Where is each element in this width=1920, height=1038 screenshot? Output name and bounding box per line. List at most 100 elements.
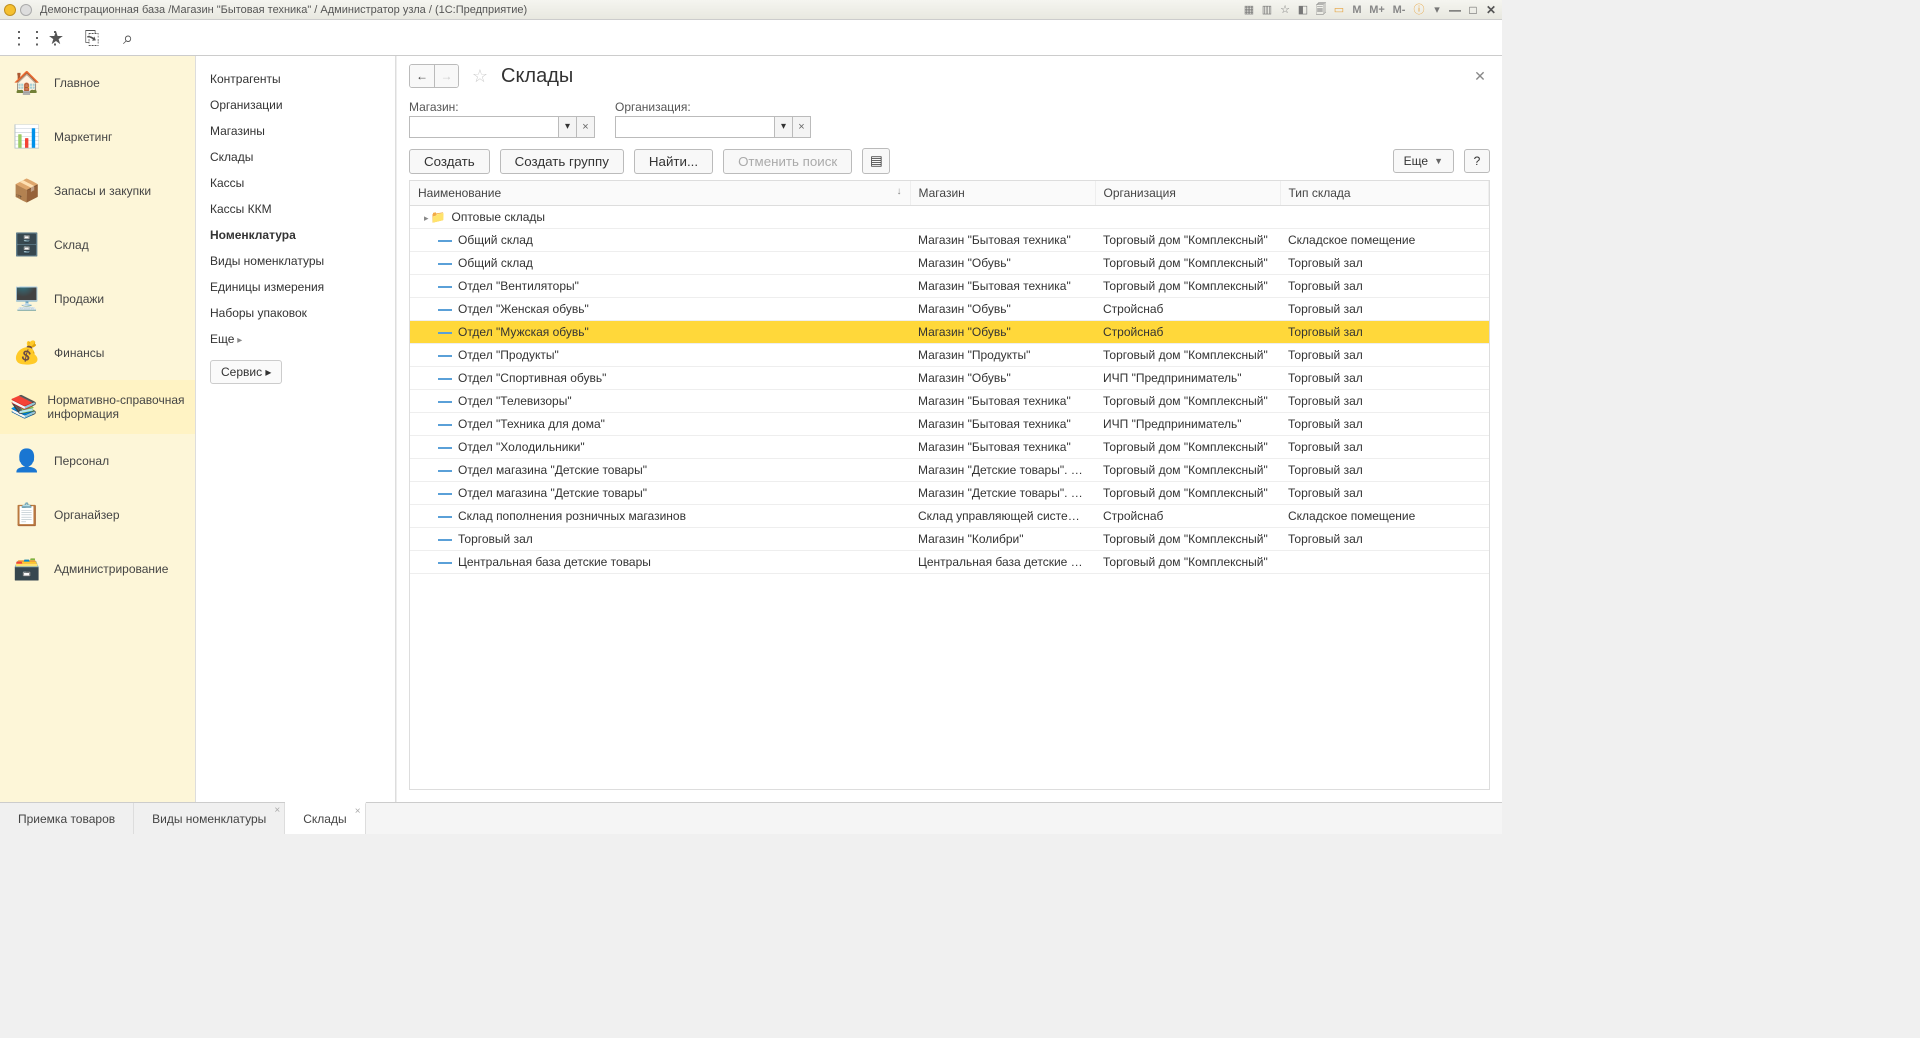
table-row[interactable]: Центральная база детские товары Централь…	[410, 551, 1489, 574]
more-button[interactable]: Еще ▼	[1393, 149, 1454, 173]
table-row[interactable]: Отдел "Мужская обувь" Магазин "Обувь" Ст…	[410, 321, 1489, 344]
tb-mminus[interactable]: M-	[1390, 3, 1408, 17]
section-nav-item-4[interactable]: 🖥️Продажи	[0, 272, 195, 326]
section-nav-item-0[interactable]: 🏠Главное	[0, 56, 195, 110]
apps-icon[interactable]: ⋮⋮⋮	[10, 28, 30, 48]
table-row[interactable]: Отдел "Телевизоры" Магазин "Бытовая техн…	[410, 390, 1489, 413]
cell-org: ИЧП "Предприниматель"	[1095, 367, 1280, 390]
folder-icon: 📁	[431, 210, 446, 224]
section-nav-item-6[interactable]: 📚Нормативно-справочная информация	[0, 380, 195, 434]
subnav-item-0[interactable]: Контрагенты	[196, 66, 395, 92]
filter-org-input[interactable]	[615, 116, 775, 138]
filter-shop-input[interactable]	[409, 116, 559, 138]
close-page-button[interactable]: ✕	[1470, 68, 1490, 85]
table-row[interactable]: Общий склад Магазин "Бытовая техника" То…	[410, 229, 1489, 252]
section-icon: 📚	[10, 390, 37, 424]
back-button[interactable]: ←	[410, 65, 434, 87]
col-type[interactable]: Тип склада	[1280, 181, 1489, 206]
clipboard-icon[interactable]: ⎘	[82, 28, 102, 48]
subnav-item-9[interactable]: Наборы упаковок	[196, 300, 395, 326]
cell-shop: Магазин "Бытовая техника"	[910, 229, 1095, 252]
cell-type: Торговый зал	[1280, 413, 1489, 436]
tb-icon-5[interactable]: 🗐	[1314, 3, 1328, 17]
bottom-tab-1[interactable]: Виды номенклатуры ×	[134, 803, 285, 834]
bottom-tab-2[interactable]: Склады×	[285, 802, 365, 834]
tb-icon-6[interactable]: ▭	[1332, 3, 1346, 17]
create-button[interactable]: Создать	[409, 149, 490, 174]
section-nav-item-5[interactable]: 💰Финансы	[0, 326, 195, 380]
col-name[interactable]: Наименование↓	[410, 181, 910, 206]
subnav-item-10[interactable]: Еще	[196, 326, 395, 352]
tb-mplus[interactable]: M+	[1368, 3, 1386, 17]
minimize-button[interactable]: —	[1448, 3, 1462, 17]
cell-org: Торговый дом "Комплексный"	[1095, 252, 1280, 275]
table-row[interactable]: Отдел магазина "Детские товары" Магазин …	[410, 459, 1489, 482]
subnav-item-4[interactable]: Кассы	[196, 170, 395, 196]
table-row[interactable]: Отдел "Холодильники" Магазин "Бытовая те…	[410, 436, 1489, 459]
filter-org-clear[interactable]: ×	[793, 116, 811, 138]
filter-shop-clear[interactable]: ×	[577, 116, 595, 138]
tb-icon-4[interactable]: ◧	[1296, 3, 1310, 17]
tab-close-icon[interactable]: ×	[355, 806, 361, 817]
cell-name: Отдел "Холодильники"	[458, 440, 585, 454]
section-icon: 📋	[10, 498, 44, 532]
tb-icon-2[interactable]: ▥	[1260, 3, 1274, 17]
maximize-button[interactable]: □	[1466, 3, 1480, 17]
search-icon[interactable]: ⌕	[118, 28, 138, 48]
cell-shop: Магазин "Обувь"	[910, 367, 1095, 390]
subnav-item-1[interactable]: Организации	[196, 92, 395, 118]
table-row[interactable]: Отдел "Техника для дома" Магазин "Бытова…	[410, 413, 1489, 436]
cell-shop: Магазин "Детские товары". Тула	[910, 482, 1095, 505]
table-container[interactable]: Наименование↓ Магазин Организация Тип ск…	[409, 180, 1490, 790]
filter-org-dropdown[interactable]: ▾	[775, 116, 793, 138]
col-shop[interactable]: Магазин	[910, 181, 1095, 206]
close-button[interactable]: ✕	[1484, 3, 1498, 17]
subnav-item-7[interactable]: Виды номенклатуры	[196, 248, 395, 274]
table-row[interactable]: Торговый зал Магазин "Колибри" Торговый …	[410, 528, 1489, 551]
tb-icon-1[interactable]: ▦	[1242, 3, 1256, 17]
section-nav-item-2[interactable]: 📦Запасы и закупки	[0, 164, 195, 218]
star-icon[interactable]: ★	[46, 28, 66, 48]
bottom-tab-label: Виды номенклатуры	[152, 812, 266, 826]
subnav-item-8[interactable]: Единицы измерения	[196, 274, 395, 300]
subnav-item-2[interactable]: Магазины	[196, 118, 395, 144]
section-nav-item-9[interactable]: 🗃️Администрирование	[0, 542, 195, 596]
subnav-item-5[interactable]: Кассы ККМ	[196, 196, 395, 222]
find-button[interactable]: Найти...	[634, 149, 713, 174]
tab-close-icon[interactable]: ×	[274, 805, 280, 816]
section-nav-item-1[interactable]: 📊Маркетинг	[0, 110, 195, 164]
action-toolbar: Создать Создать группу Найти... Отменить…	[397, 142, 1502, 180]
cell-name: Отдел "Телевизоры"	[458, 394, 572, 408]
col-org[interactable]: Организация	[1095, 181, 1280, 206]
subnav-item-6[interactable]: Номенклатура	[196, 222, 395, 248]
list-mode-button[interactable]: ▤	[862, 148, 890, 174]
table-row[interactable]: Отдел "Продукты" Магазин "Продукты" Торг…	[410, 344, 1489, 367]
tb-m[interactable]: M	[1350, 3, 1364, 17]
service-button[interactable]: Сервис ▸	[210, 360, 282, 384]
nav-buttons: ← →	[409, 64, 459, 88]
table-row[interactable]: Отдел "Вентиляторы" Магазин "Бытовая тех…	[410, 275, 1489, 298]
expand-icon[interactable]: ▸	[424, 213, 429, 223]
filter-shop: Магазин: ▾ ×	[409, 100, 595, 138]
section-nav-item-3[interactable]: 🗄️Склад	[0, 218, 195, 272]
subnav-item-3[interactable]: Склады	[196, 144, 395, 170]
help-button[interactable]: ?	[1464, 149, 1490, 173]
table-row[interactable]: Общий склад Магазин "Обувь" Торговый дом…	[410, 252, 1489, 275]
cell-type: Складское помещение	[1280, 505, 1489, 528]
section-nav-item-7[interactable]: 👤Персонал	[0, 434, 195, 488]
cell-type: Торговый зал	[1280, 436, 1489, 459]
create-group-button[interactable]: Создать группу	[500, 149, 624, 174]
bottom-tab-0[interactable]: Приемка товаров	[0, 803, 134, 834]
filter-shop-dropdown[interactable]: ▾	[559, 116, 577, 138]
dropdown-icon[interactable]: ▾	[1430, 3, 1444, 17]
table-row[interactable]: Отдел "Женская обувь" Магазин "Обувь" Ст…	[410, 298, 1489, 321]
tb-icon-3[interactable]: ☆	[1278, 3, 1292, 17]
table-row[interactable]: Отдел магазина "Детские товары" Магазин …	[410, 482, 1489, 505]
info-icon[interactable]: ⓘ	[1412, 3, 1426, 17]
forward-button[interactable]: →	[434, 65, 458, 87]
favorite-star-icon[interactable]: ☆	[469, 65, 491, 87]
table-row[interactable]: Склад пополнения розничных магазинов Скл…	[410, 505, 1489, 528]
table-row[interactable]: ▸📁Оптовые склады	[410, 206, 1489, 229]
section-nav-item-8[interactable]: 📋Органайзер	[0, 488, 195, 542]
table-row[interactable]: Отдел "Спортивная обувь" Магазин "Обувь"…	[410, 367, 1489, 390]
